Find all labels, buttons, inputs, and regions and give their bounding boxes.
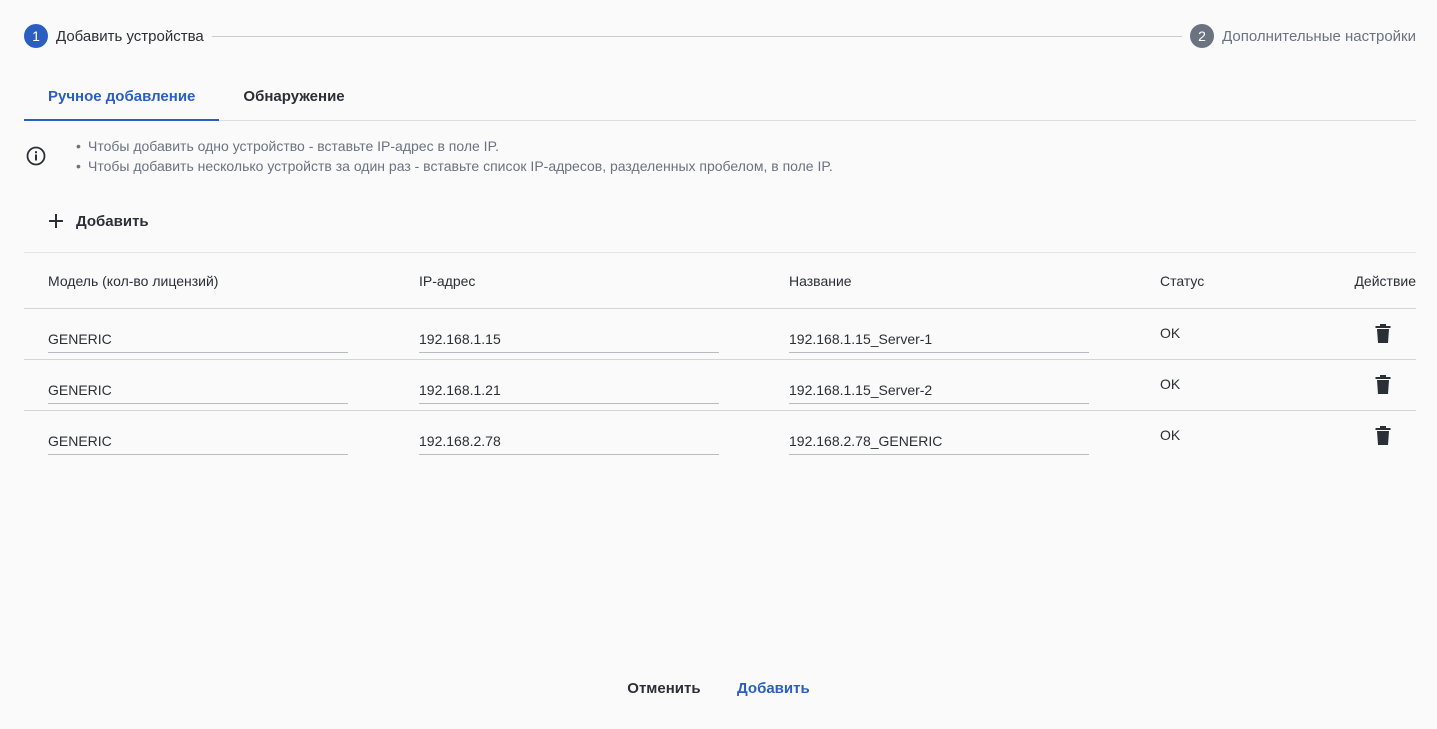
step-additional-settings[interactable]: 2 Дополнительные настройки <box>1190 24 1416 48</box>
name-field[interactable] <box>789 427 1089 455</box>
add-device-button[interactable]: Добавить <box>48 206 149 236</box>
status-text: OK <box>1160 376 1181 392</box>
step-number: 2 <box>1190 24 1215 48</box>
table-row: OK <box>24 309 1416 360</box>
trash-icon[interactable] <box>1375 426 1391 446</box>
status-text: OK <box>1160 325 1181 341</box>
name-field[interactable] <box>789 325 1089 353</box>
step-add-devices[interactable]: 1 Добавить устройства <box>24 24 204 48</box>
table-header: Модель (кол-во лицензий) IP-адрес Назван… <box>24 253 1416 309</box>
tab-manual-add[interactable]: Ручное добавление <box>24 74 220 121</box>
stepper: 1 Добавить устройства 2 Дополнительные н… <box>24 24 1416 48</box>
dialog-footer: Отменить Добавить <box>0 676 1437 701</box>
table-row: OK <box>24 360 1416 411</box>
stepper-connector <box>211 35 1183 37</box>
info-icon <box>26 146 46 166</box>
add-button[interactable]: Добавить <box>723 676 824 701</box>
model-field[interactable] <box>48 376 348 404</box>
header-model: Модель (кол-во лицензий) <box>48 273 219 289</box>
trash-icon[interactable] <box>1375 324 1391 344</box>
step-number: 1 <box>24 24 48 48</box>
trash-icon[interactable] <box>1375 375 1391 395</box>
model-field[interactable] <box>48 427 348 455</box>
info-line: Чтобы добавить одно устройство - вставьт… <box>76 136 833 156</box>
name-field[interactable] <box>789 376 1089 404</box>
table-row: OK <box>24 411 1416 462</box>
model-field[interactable] <box>48 325 348 353</box>
plus-icon <box>49 214 63 228</box>
ip-field[interactable] <box>419 427 719 455</box>
step-label: Дополнительные настройки <box>1222 27 1416 45</box>
tab-discovery[interactable]: Обнаружение <box>219 74 368 120</box>
tab-bar: Ручное добавление Обнаружение <box>24 74 1416 121</box>
header-ip: IP-адрес <box>419 273 476 289</box>
info-panel: Чтобы добавить одно устройство - вставьт… <box>24 136 1416 180</box>
info-list: Чтобы добавить одно устройство - вставьт… <box>76 136 833 176</box>
add-devices-dialog: 1 Добавить устройства 2 Дополнительные н… <box>0 0 1437 729</box>
header-action: Действие <box>1354 273 1416 289</box>
ip-field[interactable] <box>419 325 719 353</box>
add-device-label: Добавить <box>76 212 149 230</box>
step-label: Добавить устройства <box>56 27 204 45</box>
ip-field[interactable] <box>419 376 719 404</box>
cancel-button[interactable]: Отменить <box>613 676 714 701</box>
info-line: Чтобы добавить несколько устройств за од… <box>76 156 833 176</box>
devices-table: Модель (кол-во лицензий) IP-адрес Назван… <box>24 252 1416 462</box>
header-status: Статус <box>1160 273 1205 289</box>
status-text: OK <box>1160 427 1181 443</box>
header-name: Название <box>789 273 852 289</box>
